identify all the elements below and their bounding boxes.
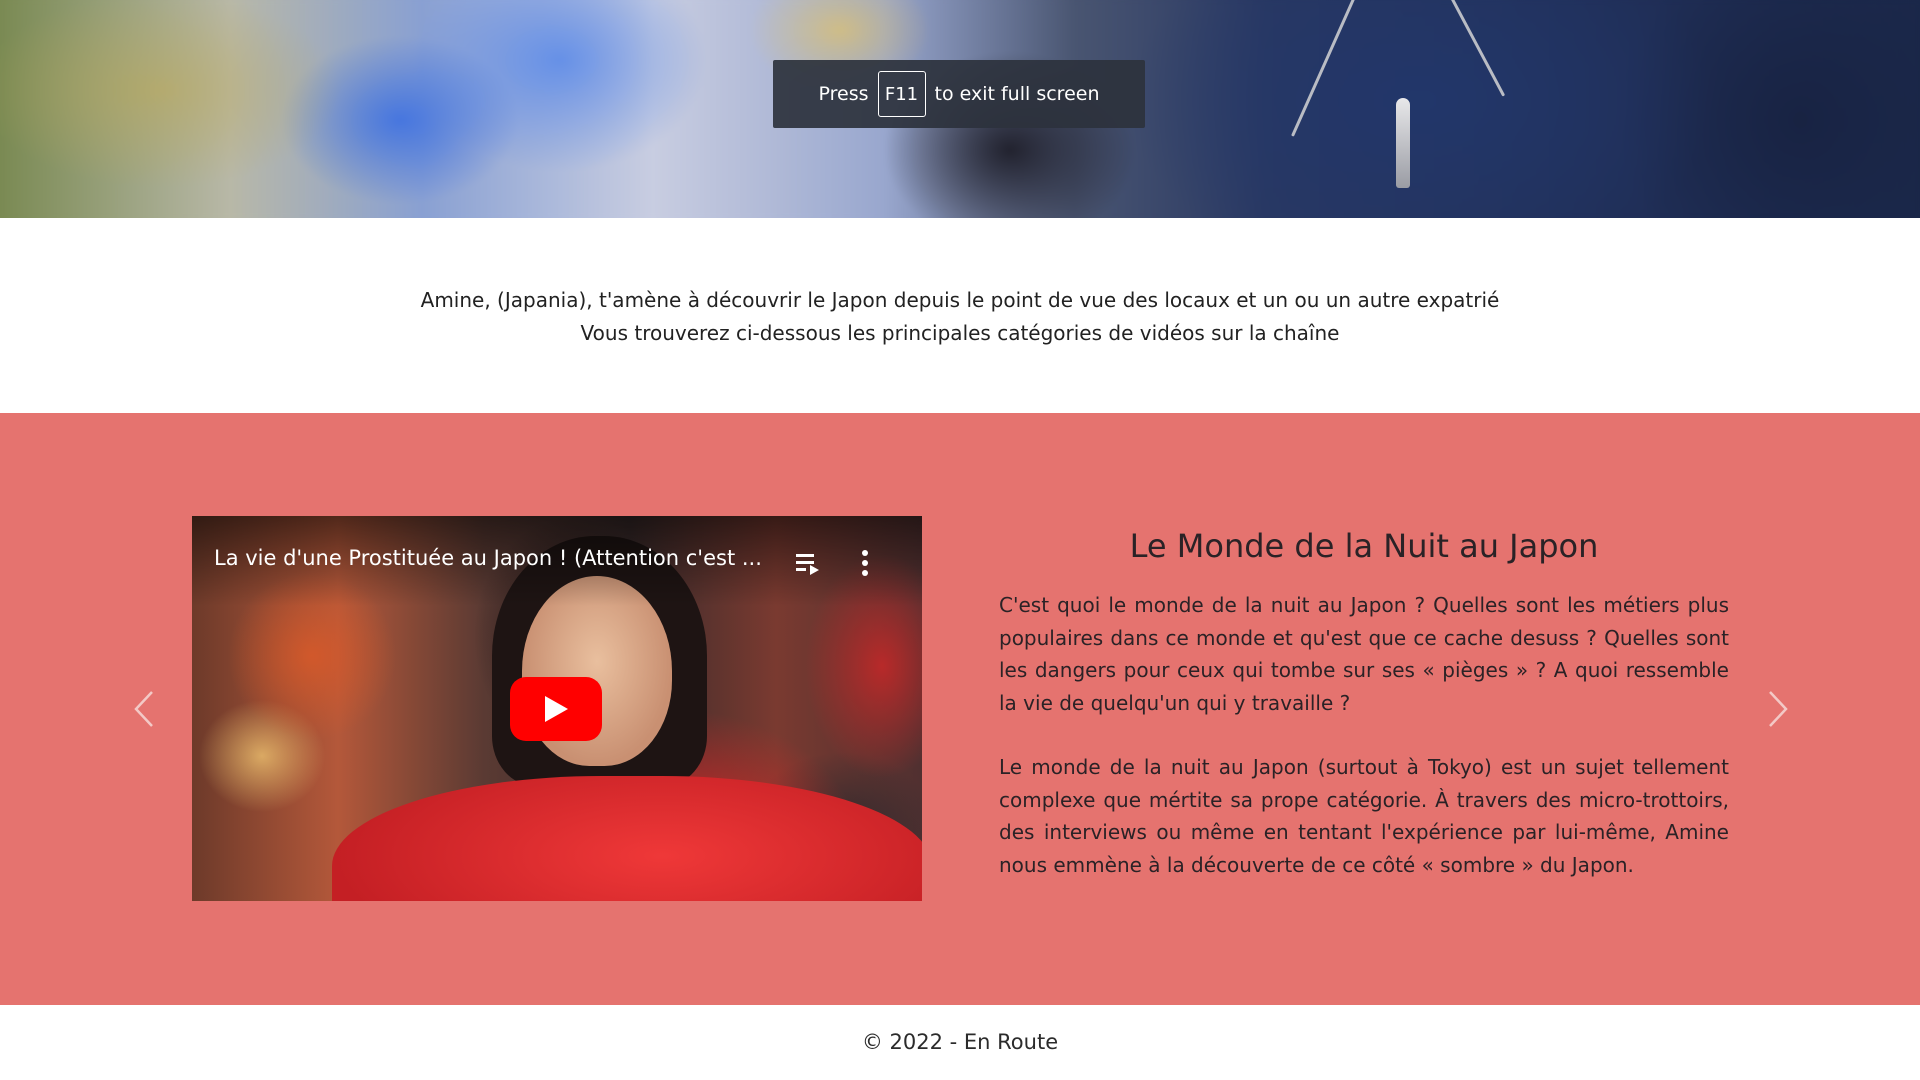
playlist-add-icon[interactable] bbox=[796, 552, 822, 576]
play-icon bbox=[545, 696, 568, 722]
video-play-button[interactable] bbox=[510, 677, 602, 741]
intro-text: Amine, (Japania), t'amène à découvrir le… bbox=[0, 284, 1920, 350]
site-footer: © 2022 - En Route bbox=[0, 1030, 1920, 1054]
fullscreen-exit-notice: Press F11 to exit full screen bbox=[773, 60, 1145, 128]
category-title: Le Monde de la Nuit au Japon bbox=[1129, 527, 1599, 565]
category-paragraph-2: Le monde de la nuit au Japon (surtout à … bbox=[999, 755, 1729, 877]
hero-banner-image: Press F11 to exit full screen bbox=[0, 0, 1920, 218]
carousel-next-button[interactable] bbox=[1756, 687, 1800, 731]
fullscreen-notice-message: to exit full screen bbox=[934, 83, 1100, 105]
intro-line-2: Vous trouverez ci-dessous les principale… bbox=[580, 321, 1340, 345]
necklace-pendant bbox=[1396, 98, 1410, 188]
video-thumbnail-shirt bbox=[332, 776, 922, 901]
chevron-right-icon bbox=[1769, 691, 1788, 727]
youtube-video-embed[interactable]: La vie d'une Prostituée au Japon ! (Atte… bbox=[192, 516, 922, 901]
carousel-prev-button[interactable] bbox=[122, 687, 166, 731]
more-options-icon[interactable] bbox=[860, 550, 870, 576]
footer-copyright: © 2022 - En Route bbox=[861, 1030, 1059, 1054]
f11-key-badge: F11 bbox=[877, 71, 926, 117]
category-paragraph-1: C'est quoi le monde de la nuit au Japon … bbox=[999, 593, 1729, 715]
category-description: Le Monde de la Nuit au Japon C'est quoi … bbox=[999, 527, 1729, 913]
chevron-left-icon bbox=[134, 691, 153, 727]
video-title[interactable]: La vie d'une Prostituée au Japon ! (Atte… bbox=[214, 546, 784, 570]
fullscreen-notice-press: Press bbox=[818, 83, 869, 105]
category-carousel: La vie d'une Prostituée au Japon ! (Atte… bbox=[0, 413, 1920, 1005]
intro-line-1: Amine, (Japania), t'amène à découvrir le… bbox=[420, 288, 1500, 312]
